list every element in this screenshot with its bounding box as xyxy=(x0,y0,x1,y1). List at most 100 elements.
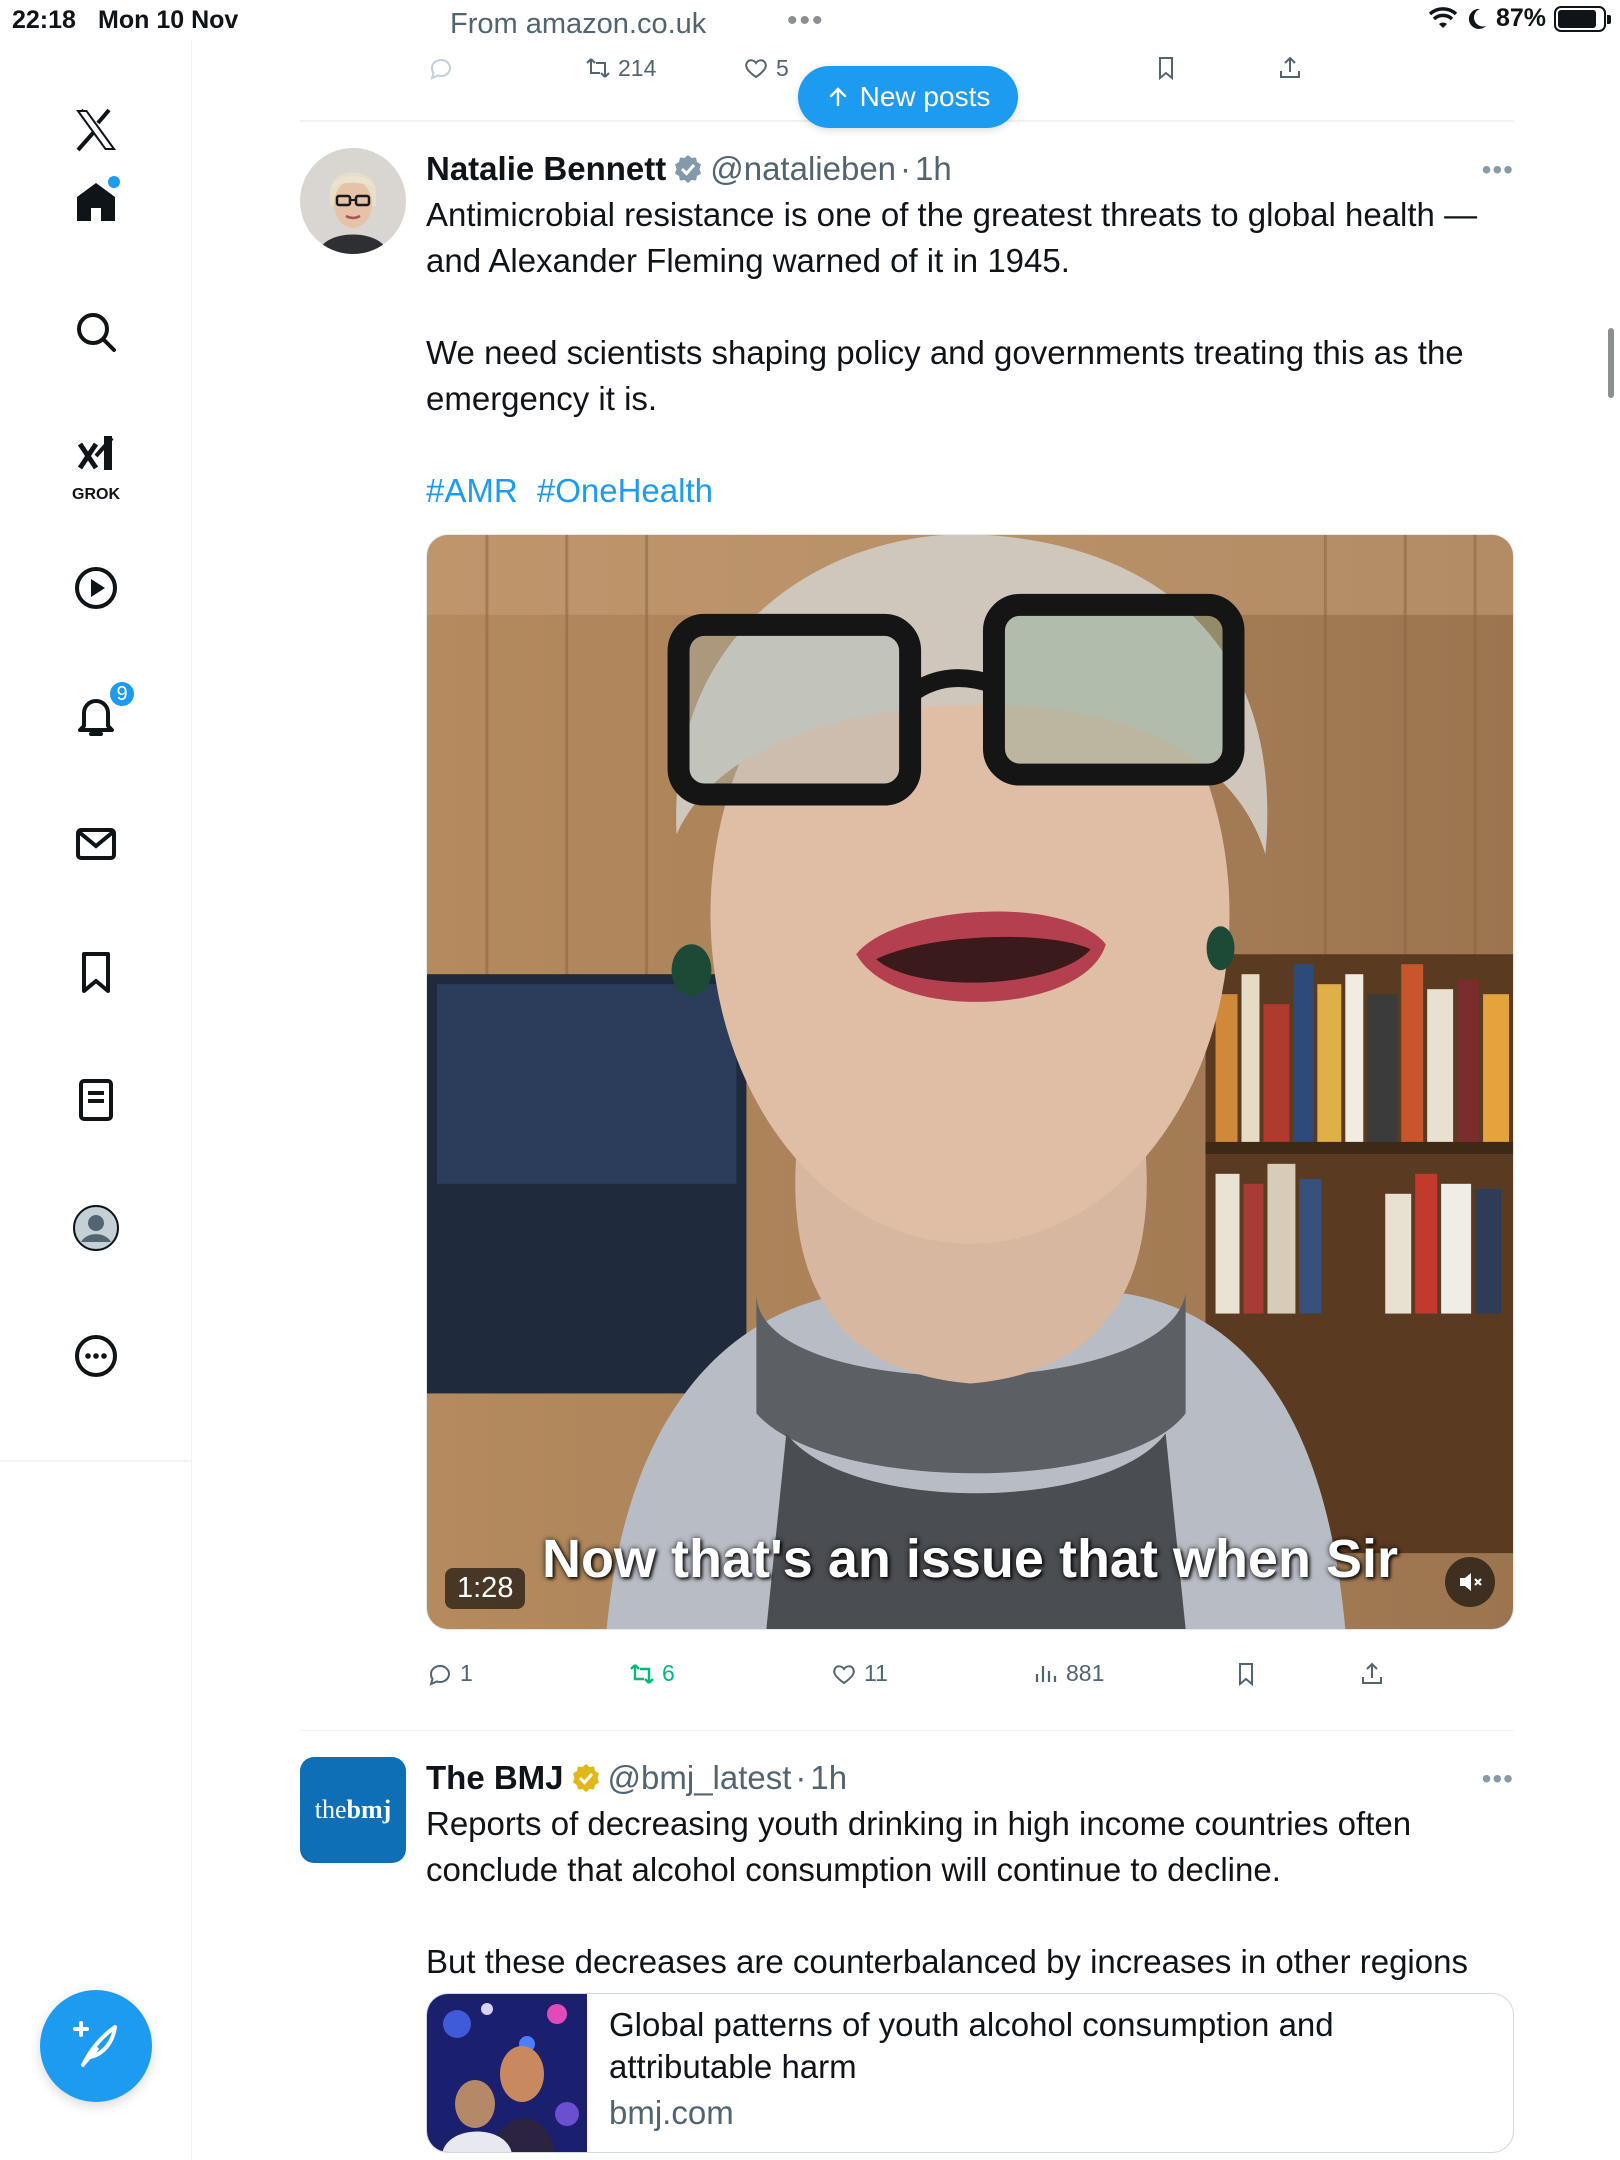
grok-icon[interactable]: GROK xyxy=(56,420,136,510)
tweet-more-icon[interactable]: ••• xyxy=(1482,1763,1514,1795)
speaker-muted-icon xyxy=(1460,1572,1482,1591)
retweet-count: 214 xyxy=(618,54,657,81)
video-caption: Now that's an issue that when Sir xyxy=(542,1528,1398,1589)
like-count: 5 xyxy=(776,54,789,81)
link-thumbnail-image xyxy=(427,1994,587,2152)
heart-icon xyxy=(745,59,767,79)
views-button[interactable]: 881 xyxy=(1032,1660,1232,1688)
search-icon[interactable] xyxy=(56,292,136,372)
bmj-logo-text-bold: bmj xyxy=(346,1795,392,1824)
tweet-timestamp[interactable]: 1h xyxy=(915,150,952,188)
tweet-actions: 1 6 11 881 xyxy=(426,1646,1514,1702)
tweet-paragraph: Reports of decreasing youth drinking in … xyxy=(426,1805,1412,1888)
author-name[interactable]: The BMJ xyxy=(426,1759,564,1797)
view-count: 881 xyxy=(1066,1660,1105,1686)
retweet-button[interactable]: 214 xyxy=(584,54,742,82)
link-domain: bmj.com xyxy=(609,2094,734,2131)
share-button[interactable] xyxy=(1276,54,1304,82)
tweet-the-bmj[interactable]: the bmj The BMJ @bmj_latest · 1h ••• Repo… xyxy=(300,1755,1514,2153)
home-icon[interactable] xyxy=(56,162,136,242)
tweet-text: Antimicrobial resistance is one of the g… xyxy=(426,192,1514,514)
tweet-paragraph: We need scientists shaping policy and go… xyxy=(426,333,1464,417)
avatar-the-bmj[interactable]: the bmj xyxy=(300,1757,406,1863)
share-icon xyxy=(1362,1662,1382,1684)
tweet-natalie-bennett[interactable]: Natalie Bennett @natalieben · 1h ••• Ant… xyxy=(300,146,1514,1702)
tweet-divider xyxy=(300,1729,1514,1731)
tweet-paragraph: Antimicrobial resistance is one of the g… xyxy=(426,195,1478,279)
timeline-feed: 214 5 Natalie Bennett @natalieben · 1h •… xyxy=(300,40,1514,2153)
wifi-icon xyxy=(1428,6,1458,28)
mute-button[interactable] xyxy=(1445,1556,1495,1607)
link-title[interactable]: Global patterns of youth alcohol consump… xyxy=(609,2004,1491,2088)
battery-percent: 87% xyxy=(1495,4,1546,32)
lists-icon[interactable] xyxy=(56,1060,136,1140)
new-posts-button[interactable]: New posts xyxy=(798,66,1018,128)
bookmark-button[interactable] xyxy=(1232,1660,1358,1688)
views-chart-icon xyxy=(1035,1665,1057,1682)
link-info: Global patterns of youth alcohol consump… xyxy=(587,1994,1513,2152)
compose-post-button[interactable] xyxy=(40,1990,152,2102)
share-icon xyxy=(1280,56,1300,78)
notifications-bell-icon[interactable]: 9 xyxy=(56,676,136,756)
bookmark-icon xyxy=(1159,57,1173,81)
separator-dot: · xyxy=(795,1759,807,1796)
sidebar-divider xyxy=(0,1460,192,1462)
tweet-header: Natalie Bennett @natalieben · 1h xyxy=(426,146,1514,192)
video-frame xyxy=(427,534,1513,1629)
status-bar: 22:18 Mon 10 Nov From amazon.co.uk ••• 8… xyxy=(0,0,1620,40)
reply-count: 1 xyxy=(460,1660,473,1686)
verified-gold-badge-icon xyxy=(572,1764,599,1792)
status-date: Mon 10 Nov xyxy=(98,6,239,34)
link-preview-card[interactable]: Global patterns of youth alcohol consump… xyxy=(426,1993,1514,2153)
like-count: 11 xyxy=(864,1660,888,1686)
grok-label: GROK xyxy=(72,486,120,503)
heart-icon xyxy=(833,1664,855,1684)
author-handle[interactable]: @natalieben xyxy=(710,150,896,188)
tweet-paragraph: But these decreases are counterbalanced … xyxy=(426,1943,1468,1980)
scrollbar[interactable] xyxy=(1608,328,1614,398)
multitasking-dots-icon[interactable]: ••• xyxy=(787,4,825,38)
tweet-more-icon[interactable]: ••• xyxy=(1482,154,1514,186)
back-to-source-link[interactable]: From amazon.co.uk xyxy=(450,8,706,41)
reply-icon xyxy=(429,1664,450,1686)
notifications-badge: 9 xyxy=(108,680,136,708)
x-logo-icon[interactable] xyxy=(56,90,136,170)
reply-icon xyxy=(430,58,451,80)
like-button[interactable]: 11 xyxy=(830,1660,1032,1688)
sidebar: GROK 9 xyxy=(0,40,192,2160)
author-name[interactable]: Natalie Bennett xyxy=(426,150,666,188)
bookmark-button[interactable] xyxy=(1152,54,1276,82)
tweet-hashtags: #AMR #OneHealth xyxy=(426,468,1514,514)
hashtag-link[interactable]: #OneHealth xyxy=(537,472,713,509)
status-time: 22:18 xyxy=(12,6,76,34)
new-posts-label: New posts xyxy=(859,81,991,112)
arrow-up-icon xyxy=(829,87,846,107)
retweet-count: 6 xyxy=(662,1660,675,1686)
share-button[interactable] xyxy=(1358,1660,1386,1688)
hashtag-link[interactable]: #AMR xyxy=(426,472,518,509)
video-duration: 1:28 xyxy=(445,1567,526,1609)
retweet-icon xyxy=(630,1663,654,1684)
bookmark-icon xyxy=(1239,1662,1253,1686)
status-right: 87% xyxy=(1428,4,1611,33)
more-options-icon[interactable] xyxy=(56,1316,136,1396)
video-play-icon[interactable] xyxy=(56,548,136,628)
profile-avatar-icon[interactable] xyxy=(56,1188,136,1268)
battery-level-fill xyxy=(1558,9,1597,28)
verified-badge-icon xyxy=(675,154,702,183)
separator-dot: · xyxy=(900,149,912,187)
messages-envelope-icon[interactable] xyxy=(56,804,136,884)
retweet-button[interactable]: 6 xyxy=(628,1660,830,1688)
author-handle[interactable]: @bmj_latest xyxy=(608,1759,792,1797)
tweet-video[interactable]: Now that's an issue that when Sir 1:28 xyxy=(426,533,1514,1630)
home-new-dot xyxy=(108,176,120,188)
bookmarks-icon[interactable] xyxy=(56,932,136,1012)
battery-icon xyxy=(1554,5,1611,32)
compose-feather-icon xyxy=(73,2021,117,2067)
tweet-header: The BMJ @bmj_latest · 1h xyxy=(426,1755,1514,1801)
retweet-icon xyxy=(586,58,610,78)
avatar-natalie-bennett[interactable] xyxy=(300,147,406,254)
reply-button[interactable] xyxy=(300,54,458,82)
tweet-timestamp[interactable]: 1h xyxy=(810,1759,847,1797)
reply-button[interactable]: 1 xyxy=(426,1660,628,1688)
